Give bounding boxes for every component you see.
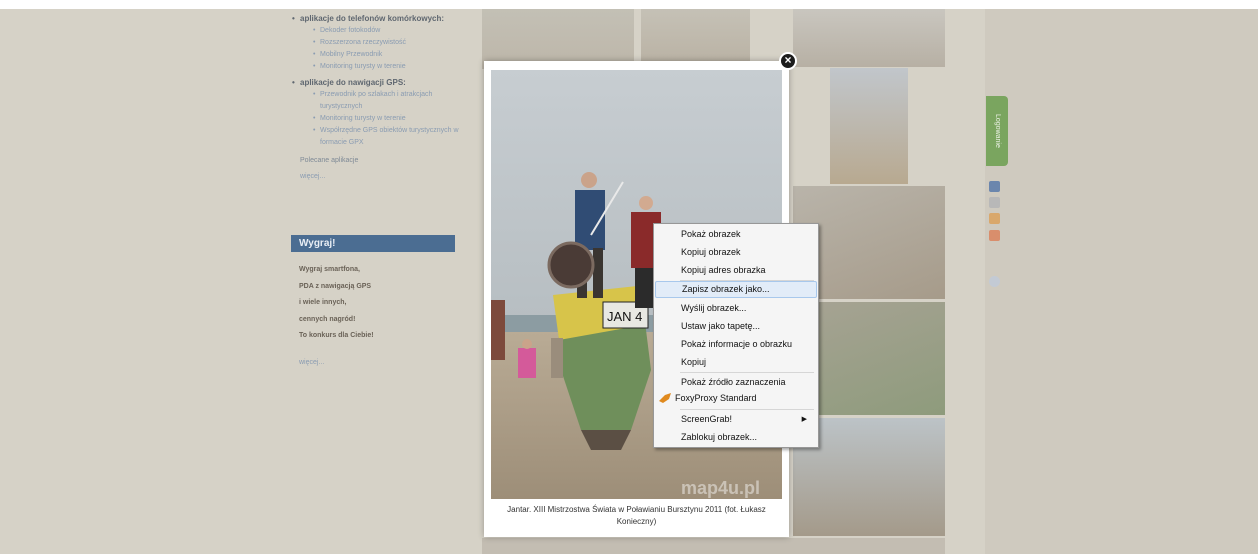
facebook-icon[interactable] <box>989 181 1000 192</box>
sidebar-menu: aplikacje do telefonów komórkowych: Deko… <box>290 13 468 183</box>
menu-item-label: Zapisz obrazek jako... <box>682 284 770 294</box>
gallery-thumbnail[interactable] <box>482 9 634 69</box>
gallery-row <box>482 538 945 554</box>
sidebar-link[interactable]: Współrzędne GPS obiektów turystycznych w… <box>290 125 468 149</box>
menu-item-copy[interactable]: Kopiuj <box>655 354 817 371</box>
menu-item-label: Kopiuj obrazek <box>681 247 741 257</box>
sidebar-link[interactable]: Mobilny Przewodnik <box>290 49 468 61</box>
menu-item-view-selection-source[interactable]: Pokaż źródło zaznaczenia <box>655 374 817 391</box>
watermark-text: map4u.pl <box>681 478 760 498</box>
rss-icon[interactable] <box>989 213 1000 224</box>
menu-item-label: Zablokuj obrazek... <box>681 432 758 442</box>
sidebar-group-title: aplikacje do telefonów komórkowych: <box>290 13 468 25</box>
menu-item-foxyproxy[interactable]: FoxyProxy Standard <box>655 390 817 407</box>
menu-item-label: FoxyProxy Standard <box>675 393 757 403</box>
sidebar-group-title: aplikacje do nawigacji GPS: <box>290 77 468 89</box>
menu-separator <box>680 372 814 373</box>
menu-item-label: Kopiuj <box>681 357 707 367</box>
sidebar-link[interactable]: Przewodnik po szlakach i atrakcjach tury… <box>290 89 468 113</box>
menu-item-label: ScreenGrab! <box>681 414 733 424</box>
sidebar-link[interactable]: Monitoring turysty w terenie <box>290 61 468 73</box>
menu-item-image-info[interactable]: Pokaż informacje o obrazku <box>655 336 817 353</box>
menu-item-show-image[interactable]: Pokaż obrazek <box>655 226 817 243</box>
menu-item-block-image[interactable]: Zablokuj obrazek... <box>655 429 817 446</box>
gallery-thumbnail[interactable] <box>641 9 750 67</box>
boat-label: JAN 4 <box>607 309 642 324</box>
promo-text: Wygraj smartfona, PDA z nawigacją GPS i … <box>299 262 374 345</box>
menu-item-label: Wyślij obrazek... <box>681 303 747 313</box>
sidebar-link[interactable]: Rozszerzona rzeczywistość <box>290 37 468 49</box>
sidebar-link[interactable]: Dekoder fotokodów <box>290 25 468 37</box>
menu-separator <box>680 409 814 410</box>
plus-icon[interactable] <box>989 230 1000 241</box>
close-icon[interactable]: × <box>779 52 797 70</box>
menu-item-set-wallpaper[interactable]: Ustaw jako tapetę... <box>655 318 817 335</box>
lightbox-caption: Jantar. XIII Mistrzostwa Świata w Poławi… <box>507 505 766 526</box>
promo-line: PDA z nawigacją GPS <box>299 282 372 290</box>
menu-item-copy-image[interactable]: Kopiuj obrazek <box>655 244 817 261</box>
login-tab[interactable]: Logowanie <box>986 96 1008 166</box>
menu-item-copy-image-address[interactable]: Kopiuj adres obrazka <box>655 262 817 279</box>
menu-item-label: Ustaw jako tapetę... <box>681 321 761 331</box>
menu-item-label: Pokaż obrazek <box>681 229 741 239</box>
promo-line: i wiele innych, <box>299 299 347 306</box>
menu-item-label: Pokaż informacje o obrazku <box>681 339 793 349</box>
menu-item-label: Kopiuj adres obrazka <box>681 265 766 275</box>
menu-item-label: Pokaż źródło zaznaczenia <box>681 377 786 387</box>
sidebar-link[interactable]: Monitoring turysty w terenie <box>290 113 468 125</box>
share-icon[interactable] <box>989 197 1000 208</box>
fox-icon <box>659 393 671 403</box>
promo-line: cennych nagród! <box>299 315 356 323</box>
more-link[interactable]: więcej... <box>290 171 468 183</box>
chevron-right-icon: ▶ <box>801 416 807 423</box>
promo-line: To konkurs dla Ciebie! <box>299 332 374 339</box>
menu-item-screengrab[interactable]: ScreenGrab! ▶ <box>655 411 817 428</box>
gallery-thumbnail[interactable] <box>830 68 908 184</box>
wygraj-header: Wygraj! <box>291 235 455 252</box>
promo-more-link[interactable]: więcej... <box>299 359 324 366</box>
promo-line: Wygraj smartfona, <box>299 266 360 273</box>
globe-icon[interactable] <box>989 276 1000 287</box>
right-column <box>985 9 1258 554</box>
menu-item-send-image[interactable]: Wyślij obrazek... <box>655 300 817 317</box>
recommended-apps-link[interactable]: Polecane aplikacje <box>290 155 468 167</box>
gallery-thumbnail[interactable] <box>793 9 945 67</box>
context-menu: Pokaż obrazek Kopiuj obrazek Kopiuj adre… <box>653 223 819 448</box>
top-frame <box>0 0 1258 9</box>
menu-item-save-image-as[interactable]: Zapisz obrazek jako... <box>655 281 817 298</box>
